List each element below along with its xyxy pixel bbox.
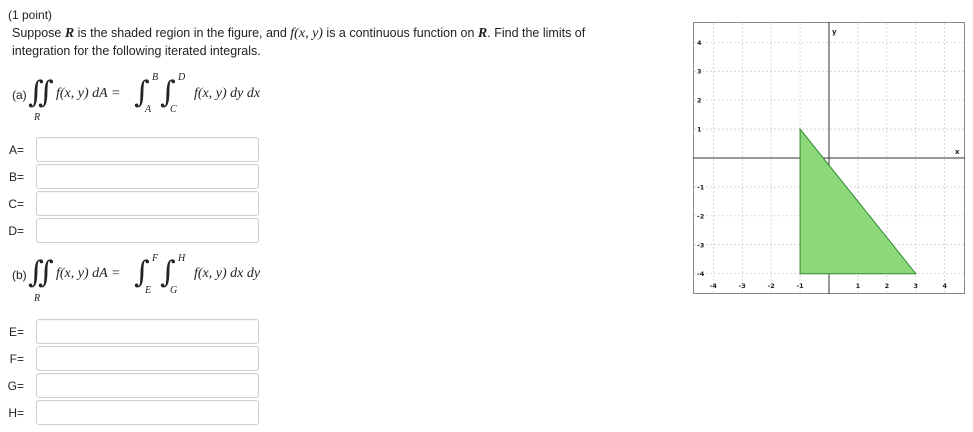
problem-line-1: Suppose R is the shaded region in the fi… xyxy=(12,26,586,41)
x-tick-label: 1 xyxy=(856,282,861,290)
inner-integral-sign-b: ∫ xyxy=(160,255,176,290)
x-tick-label: -2 xyxy=(768,282,775,290)
y-tick-label: 2 xyxy=(697,97,702,105)
part-b-rhs: f(x, y) dx dy xyxy=(194,266,261,281)
limit-d: D xyxy=(178,72,186,83)
y-tick-label: 4 xyxy=(697,39,702,47)
x-tick-label: -4 xyxy=(710,282,718,290)
y-tick-label: 3 xyxy=(697,68,702,76)
y-tick-label: -4 xyxy=(697,270,705,278)
part-a-rhs: f(x, y) dy dx xyxy=(194,86,261,101)
limit-b: B xyxy=(152,72,159,83)
part-b-label: (b) xyxy=(12,268,27,282)
y-tick-label: 1 xyxy=(697,126,702,134)
limit-f: F xyxy=(152,253,159,264)
points-label: (1 point) xyxy=(8,8,53,22)
region-subscript-b: R xyxy=(34,293,41,304)
outer-integral-sign-b: ∫ xyxy=(134,255,150,290)
answer-input-f[interactable] xyxy=(36,346,259,371)
part-b-lhs: f(x, y) dA = xyxy=(56,266,121,281)
x-axis-label: x xyxy=(955,148,960,156)
field-label-c: C= xyxy=(8,197,24,211)
answer-input-g[interactable] xyxy=(36,373,259,398)
x-tick-label: -3 xyxy=(739,282,746,290)
y-tick-label: -2 xyxy=(697,212,704,220)
answer-input-d[interactable] xyxy=(36,218,259,243)
field-label-d: D= xyxy=(8,224,24,238)
limit-g: G xyxy=(170,285,178,296)
field-label-a: A= xyxy=(8,143,24,157)
limit-c: C xyxy=(170,104,177,115)
limit-e: E xyxy=(145,285,152,296)
y-tick-label: -3 xyxy=(697,241,704,249)
field-label-e: E= xyxy=(8,325,24,339)
y-axis-label: y xyxy=(832,28,837,36)
problem-line-2: integration for the following iterated i… xyxy=(12,44,261,58)
field-label-b: B= xyxy=(8,170,24,184)
answer-input-c[interactable] xyxy=(36,191,259,216)
y-tick-label: -1 xyxy=(697,183,705,191)
region-subscript-a: R xyxy=(34,112,41,123)
answer-input-a[interactable] xyxy=(36,137,259,162)
answer-input-b[interactable] xyxy=(36,164,259,189)
field-label-h: H= xyxy=(8,406,24,420)
region-graph: -4 -3 -2 -1 1 2 3 4 4 3 2 1 -1 -2 -3 -4 x y xyxy=(693,22,965,294)
double-integral-sign-b: ∬ xyxy=(28,255,54,290)
x-tick-label: -1 xyxy=(796,282,804,290)
part-a-label: (a) xyxy=(12,88,27,102)
x-tick-label: 4 xyxy=(942,282,947,290)
limit-a: A xyxy=(145,104,152,115)
x-tick-label: 2 xyxy=(885,282,890,290)
double-integral-sign-a: ∬ xyxy=(28,75,54,110)
answer-input-h[interactable] xyxy=(36,400,259,425)
limit-h: H xyxy=(178,253,186,264)
field-label-g: G= xyxy=(7,379,24,393)
part-a-lhs: f(x, y) dA = xyxy=(56,86,121,101)
field-label-f: F= xyxy=(9,352,24,366)
answer-input-e[interactable] xyxy=(36,319,259,344)
x-tick-label: 3 xyxy=(914,282,919,290)
